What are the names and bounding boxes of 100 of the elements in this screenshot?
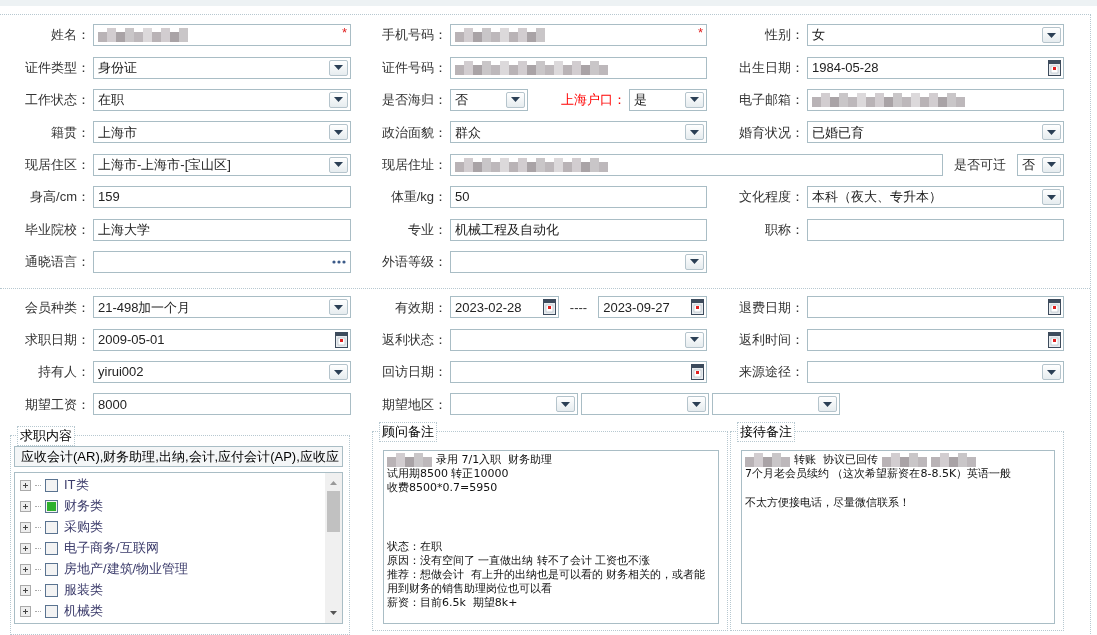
dropdown-button[interactable]	[506, 91, 525, 108]
select-field[interactable]: 身份证	[93, 56, 351, 79]
select-field[interactable]: 女	[807, 24, 1064, 47]
checkbox[interactable]	[45, 583, 58, 597]
scrollbar-thumb[interactable]	[327, 490, 340, 532]
dropdown-button[interactable]	[685, 331, 704, 348]
select-field[interactable]: 上海市-上海市-[宝山区]	[93, 153, 351, 176]
dropdown-button[interactable]	[1042, 124, 1061, 141]
dropdown-button[interactable]	[1042, 189, 1061, 206]
checkbox[interactable]	[45, 562, 58, 576]
calendar-icon[interactable]	[542, 299, 556, 316]
dropdown-button[interactable]	[687, 396, 706, 413]
calendar-icon[interactable]	[335, 331, 348, 348]
tree-item-label[interactable]: 财务类	[64, 496, 103, 516]
tree-item-label[interactable]: 电子商务/互联网	[64, 538, 159, 558]
field-label: 出生日期：	[738, 58, 805, 77]
dropdown-button[interactable]	[818, 396, 837, 413]
date-field[interactable]	[450, 361, 707, 384]
dropdown-button[interactable]	[329, 59, 348, 76]
date-field[interactable]	[807, 328, 1064, 351]
select-field[interactable]	[450, 328, 707, 351]
input-field[interactable]: 机械工程及自动化	[450, 218, 707, 241]
dropdown-button[interactable]	[1042, 27, 1061, 44]
select-field[interactable]: 21-498加一个月	[93, 296, 351, 319]
select-field[interactable]: 上海市	[93, 121, 351, 144]
expand-button[interactable]	[20, 521, 31, 533]
input-field[interactable]: *	[450, 24, 707, 47]
select-field[interactable]	[581, 393, 709, 416]
select-field[interactable]: yirui002	[93, 361, 351, 384]
input-field[interactable]	[450, 153, 943, 176]
dropdown-button[interactable]	[1042, 156, 1061, 173]
calendar-icon[interactable]	[1048, 299, 1061, 316]
input-field[interactable]	[807, 218, 1064, 241]
field-label: 证件类型：	[24, 58, 91, 77]
field-label: 求职日期：	[24, 330, 91, 349]
scrollbar[interactable]	[325, 472, 342, 623]
checkbox[interactable]	[45, 499, 58, 513]
tree-item-label[interactable]: 采购类	[64, 517, 103, 537]
calendar-icon[interactable]	[691, 299, 704, 316]
select-field[interactable]: 已婚已育	[807, 121, 1064, 144]
input-field[interactable]	[450, 56, 707, 79]
lookup-field[interactable]	[93, 250, 351, 273]
input-field[interactable]: 应收会计(AR),财务助理,出纳,会计,应付会计(AP),应收应	[14, 445, 343, 467]
field-label: 通晓语言：	[24, 253, 91, 272]
input-field[interactable]: 上海大学	[93, 218, 351, 241]
select-field[interactable]	[450, 250, 707, 273]
date-field[interactable]: 2023-02-28	[450, 296, 559, 319]
blurred-value	[882, 452, 927, 467]
expand-button[interactable]	[20, 542, 31, 554]
dropdown-button[interactable]	[685, 253, 704, 270]
calendar-icon[interactable]	[1048, 59, 1061, 76]
checkbox[interactable]	[45, 604, 58, 618]
date-field[interactable]: 2023-09-27	[598, 296, 707, 319]
expand-button[interactable]	[20, 584, 31, 596]
caret-icon	[1047, 162, 1056, 168]
group-title: 求职内容	[17, 425, 75, 446]
dropdown-button[interactable]	[329, 124, 348, 141]
more-icon[interactable]	[332, 259, 346, 264]
dropdown-button[interactable]	[685, 124, 704, 141]
input-field[interactable]: 8000	[93, 393, 351, 416]
field-label: 是否可迁	[953, 156, 1007, 174]
dropdown-button[interactable]	[1042, 364, 1061, 381]
select-field[interactable]: 在职	[93, 88, 351, 111]
select-field[interactable]: 是	[629, 88, 707, 111]
date-field[interactable]: 1984-05-28	[807, 56, 1064, 79]
input-field[interactable]: 50	[450, 186, 707, 209]
notes-textarea[interactable]: 转账 协议已回传 7个月老会员续约 （这次希望薪资在8-8.5K）英语一般 不太方便接电话，尽量微信联系！	[741, 449, 1055, 624]
select-field[interactable]	[450, 393, 578, 416]
select-field[interactable]: 群众	[450, 121, 707, 144]
select-field[interactable]: 否	[450, 88, 528, 111]
dropdown-button[interactable]	[685, 91, 704, 108]
expand-button[interactable]	[20, 605, 31, 617]
dropdown-button[interactable]	[329, 364, 348, 381]
checkbox[interactable]	[45, 541, 58, 555]
field-label: 专业：	[407, 220, 448, 239]
calendar-icon[interactable]	[691, 364, 704, 381]
dropdown-button[interactable]	[556, 396, 575, 413]
date-field[interactable]: 2009-05-01	[93, 328, 351, 351]
tree-item-label[interactable]: IT类	[64, 475, 89, 495]
notes-textarea[interactable]: 录用 7/1入职 财务助理 试用期8500 转正10000 收费8500*0.7=5950 状态：在职 原因：没有空间了 一直做出纳 转不了会计 工资也不涨 推荐：想做会计 有上升的出纳也是可以看的 财务相关的，或者能用到财务的销售助理岗位也可以看 薪资：目前6.5k 期望8k+	[383, 449, 719, 624]
dropdown-button[interactable]	[329, 91, 348, 108]
select-field[interactable]: 否	[1017, 153, 1064, 176]
date-field[interactable]	[807, 296, 1064, 319]
tree-item-label[interactable]: 服装类	[64, 580, 103, 600]
expand-button[interactable]	[20, 500, 31, 512]
tree-item-label[interactable]: 机械类	[64, 601, 103, 621]
input-field[interactable]: *	[93, 24, 351, 47]
select-field[interactable]	[712, 393, 840, 416]
expand-button[interactable]	[20, 563, 31, 575]
input-field[interactable]	[807, 88, 1064, 111]
checkbox[interactable]	[45, 520, 58, 534]
select-field[interactable]: 本科（夜大、专升本）	[807, 186, 1064, 209]
tree-item-label[interactable]: 房地产/建筑/物业管理	[64, 559, 189, 579]
checkbox[interactable]	[45, 478, 58, 492]
select-field[interactable]	[807, 361, 1064, 384]
expand-button[interactable]	[20, 479, 31, 491]
calendar-icon[interactable]	[1048, 331, 1061, 348]
dropdown-button[interactable]	[329, 299, 348, 316]
dropdown-button[interactable]	[329, 156, 348, 173]
input-field[interactable]: 159	[93, 186, 351, 209]
